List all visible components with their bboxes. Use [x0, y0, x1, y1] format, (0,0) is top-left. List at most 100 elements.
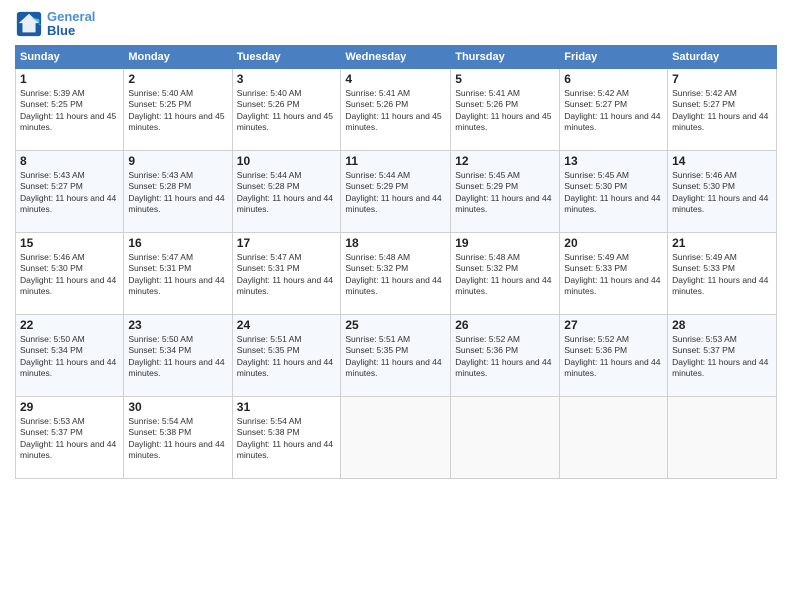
day-info: Sunrise: 5:50 AM Sunset: 5:34 PM Dayligh… — [20, 334, 119, 380]
day-number: 9 — [128, 154, 227, 168]
day-info: Sunrise: 5:53 AM Sunset: 5:37 PM Dayligh… — [672, 334, 772, 380]
day-info: Sunrise: 5:49 AM Sunset: 5:33 PM Dayligh… — [672, 252, 772, 298]
calendar-cell: 12 Sunrise: 5:45 AM Sunset: 5:29 PM Dayl… — [451, 150, 560, 232]
day-number: 20 — [564, 236, 663, 250]
calendar-cell: 5 Sunrise: 5:41 AM Sunset: 5:26 PM Dayli… — [451, 68, 560, 150]
day-info: Sunrise: 5:52 AM Sunset: 5:36 PM Dayligh… — [564, 334, 663, 380]
logo-text: General Blue — [47, 10, 95, 39]
day-number: 24 — [237, 318, 337, 332]
day-number: 3 — [237, 72, 337, 86]
day-header-tuesday: Tuesday — [232, 45, 341, 68]
day-info: Sunrise: 5:46 AM Sunset: 5:30 PM Dayligh… — [20, 252, 119, 298]
calendar-cell: 20 Sunrise: 5:49 AM Sunset: 5:33 PM Dayl… — [560, 232, 668, 314]
day-info: Sunrise: 5:42 AM Sunset: 5:27 PM Dayligh… — [564, 88, 663, 134]
calendar-cell: 18 Sunrise: 5:48 AM Sunset: 5:32 PM Dayl… — [341, 232, 451, 314]
calendar-cell: 29 Sunrise: 5:53 AM Sunset: 5:37 PM Dayl… — [16, 396, 124, 478]
day-info: Sunrise: 5:41 AM Sunset: 5:26 PM Dayligh… — [345, 88, 446, 134]
day-info: Sunrise: 5:52 AM Sunset: 5:36 PM Dayligh… — [455, 334, 555, 380]
day-info: Sunrise: 5:44 AM Sunset: 5:28 PM Dayligh… — [237, 170, 337, 216]
day-number: 1 — [20, 72, 119, 86]
day-number: 17 — [237, 236, 337, 250]
day-number: 13 — [564, 154, 663, 168]
day-header-sunday: Sunday — [16, 45, 124, 68]
day-number: 21 — [672, 236, 772, 250]
calendar-table: SundayMondayTuesdayWednesdayThursdayFrid… — [15, 45, 777, 479]
day-number: 5 — [455, 72, 555, 86]
day-info: Sunrise: 5:54 AM Sunset: 5:38 PM Dayligh… — [128, 416, 227, 462]
day-info: Sunrise: 5:41 AM Sunset: 5:26 PM Dayligh… — [455, 88, 555, 134]
day-number: 19 — [455, 236, 555, 250]
calendar-cell: 17 Sunrise: 5:47 AM Sunset: 5:31 PM Dayl… — [232, 232, 341, 314]
calendar-cell: 26 Sunrise: 5:52 AM Sunset: 5:36 PM Dayl… — [451, 314, 560, 396]
calendar-cell: 27 Sunrise: 5:52 AM Sunset: 5:36 PM Dayl… — [560, 314, 668, 396]
day-number: 15 — [20, 236, 119, 250]
day-number: 26 — [455, 318, 555, 332]
calendar-cell: 25 Sunrise: 5:51 AM Sunset: 5:35 PM Dayl… — [341, 314, 451, 396]
calendar-cell — [668, 396, 777, 478]
day-number: 7 — [672, 72, 772, 86]
day-number: 18 — [345, 236, 446, 250]
day-info: Sunrise: 5:47 AM Sunset: 5:31 PM Dayligh… — [128, 252, 227, 298]
calendar-cell: 21 Sunrise: 5:49 AM Sunset: 5:33 PM Dayl… — [668, 232, 777, 314]
calendar-cell: 7 Sunrise: 5:42 AM Sunset: 5:27 PM Dayli… — [668, 68, 777, 150]
day-info: Sunrise: 5:45 AM Sunset: 5:29 PM Dayligh… — [455, 170, 555, 216]
calendar-cell: 6 Sunrise: 5:42 AM Sunset: 5:27 PM Dayli… — [560, 68, 668, 150]
calendar-cell: 1 Sunrise: 5:39 AM Sunset: 5:25 PM Dayli… — [16, 68, 124, 150]
calendar-cell: 14 Sunrise: 5:46 AM Sunset: 5:30 PM Dayl… — [668, 150, 777, 232]
day-info: Sunrise: 5:39 AM Sunset: 5:25 PM Dayligh… — [20, 88, 119, 134]
day-info: Sunrise: 5:53 AM Sunset: 5:37 PM Dayligh… — [20, 416, 119, 462]
day-info: Sunrise: 5:45 AM Sunset: 5:30 PM Dayligh… — [564, 170, 663, 216]
day-number: 8 — [20, 154, 119, 168]
day-info: Sunrise: 5:51 AM Sunset: 5:35 PM Dayligh… — [345, 334, 446, 380]
day-number: 14 — [672, 154, 772, 168]
calendar-cell: 22 Sunrise: 5:50 AM Sunset: 5:34 PM Dayl… — [16, 314, 124, 396]
day-info: Sunrise: 5:48 AM Sunset: 5:32 PM Dayligh… — [455, 252, 555, 298]
calendar-cell — [341, 396, 451, 478]
calendar-cell: 4 Sunrise: 5:41 AM Sunset: 5:26 PM Dayli… — [341, 68, 451, 150]
calendar-cell: 15 Sunrise: 5:46 AM Sunset: 5:30 PM Dayl… — [16, 232, 124, 314]
calendar-cell: 2 Sunrise: 5:40 AM Sunset: 5:25 PM Dayli… — [124, 68, 232, 150]
day-number: 4 — [345, 72, 446, 86]
day-info: Sunrise: 5:43 AM Sunset: 5:27 PM Dayligh… — [20, 170, 119, 216]
day-number: 25 — [345, 318, 446, 332]
day-number: 27 — [564, 318, 663, 332]
calendar-cell: 9 Sunrise: 5:43 AM Sunset: 5:28 PM Dayli… — [124, 150, 232, 232]
calendar-week-0: 1 Sunrise: 5:39 AM Sunset: 5:25 PM Dayli… — [16, 68, 777, 150]
day-info: Sunrise: 5:54 AM Sunset: 5:38 PM Dayligh… — [237, 416, 337, 462]
day-info: Sunrise: 5:48 AM Sunset: 5:32 PM Dayligh… — [345, 252, 446, 298]
calendar-cell: 8 Sunrise: 5:43 AM Sunset: 5:27 PM Dayli… — [16, 150, 124, 232]
day-number: 10 — [237, 154, 337, 168]
day-number: 2 — [128, 72, 227, 86]
calendar-cell: 30 Sunrise: 5:54 AM Sunset: 5:38 PM Dayl… — [124, 396, 232, 478]
calendar-week-4: 29 Sunrise: 5:53 AM Sunset: 5:37 PM Dayl… — [16, 396, 777, 478]
calendar-header: SundayMondayTuesdayWednesdayThursdayFrid… — [16, 45, 777, 68]
logo: General Blue — [15, 10, 95, 39]
day-header-thursday: Thursday — [451, 45, 560, 68]
calendar-cell: 11 Sunrise: 5:44 AM Sunset: 5:29 PM Dayl… — [341, 150, 451, 232]
day-number: 29 — [20, 400, 119, 414]
day-number: 11 — [345, 154, 446, 168]
calendar-week-2: 15 Sunrise: 5:46 AM Sunset: 5:30 PM Dayl… — [16, 232, 777, 314]
calendar-week-3: 22 Sunrise: 5:50 AM Sunset: 5:34 PM Dayl… — [16, 314, 777, 396]
calendar-cell: 31 Sunrise: 5:54 AM Sunset: 5:38 PM Dayl… — [232, 396, 341, 478]
day-number: 12 — [455, 154, 555, 168]
day-info: Sunrise: 5:47 AM Sunset: 5:31 PM Dayligh… — [237, 252, 337, 298]
calendar-cell: 28 Sunrise: 5:53 AM Sunset: 5:37 PM Dayl… — [668, 314, 777, 396]
day-info: Sunrise: 5:49 AM Sunset: 5:33 PM Dayligh… — [564, 252, 663, 298]
day-header-wednesday: Wednesday — [341, 45, 451, 68]
day-info: Sunrise: 5:42 AM Sunset: 5:27 PM Dayligh… — [672, 88, 772, 134]
day-info: Sunrise: 5:51 AM Sunset: 5:35 PM Dayligh… — [237, 334, 337, 380]
day-number: 28 — [672, 318, 772, 332]
day-number: 16 — [128, 236, 227, 250]
calendar-cell: 16 Sunrise: 5:47 AM Sunset: 5:31 PM Dayl… — [124, 232, 232, 314]
calendar-cell — [451, 396, 560, 478]
calendar-week-1: 8 Sunrise: 5:43 AM Sunset: 5:27 PM Dayli… — [16, 150, 777, 232]
day-info: Sunrise: 5:40 AM Sunset: 5:26 PM Dayligh… — [237, 88, 337, 134]
calendar-body: 1 Sunrise: 5:39 AM Sunset: 5:25 PM Dayli… — [16, 68, 777, 478]
day-info: Sunrise: 5:46 AM Sunset: 5:30 PM Dayligh… — [672, 170, 772, 216]
calendar-cell: 24 Sunrise: 5:51 AM Sunset: 5:35 PM Dayl… — [232, 314, 341, 396]
calendar-cell: 10 Sunrise: 5:44 AM Sunset: 5:28 PM Dayl… — [232, 150, 341, 232]
day-number: 6 — [564, 72, 663, 86]
calendar-cell: 19 Sunrise: 5:48 AM Sunset: 5:32 PM Dayl… — [451, 232, 560, 314]
day-number: 30 — [128, 400, 227, 414]
